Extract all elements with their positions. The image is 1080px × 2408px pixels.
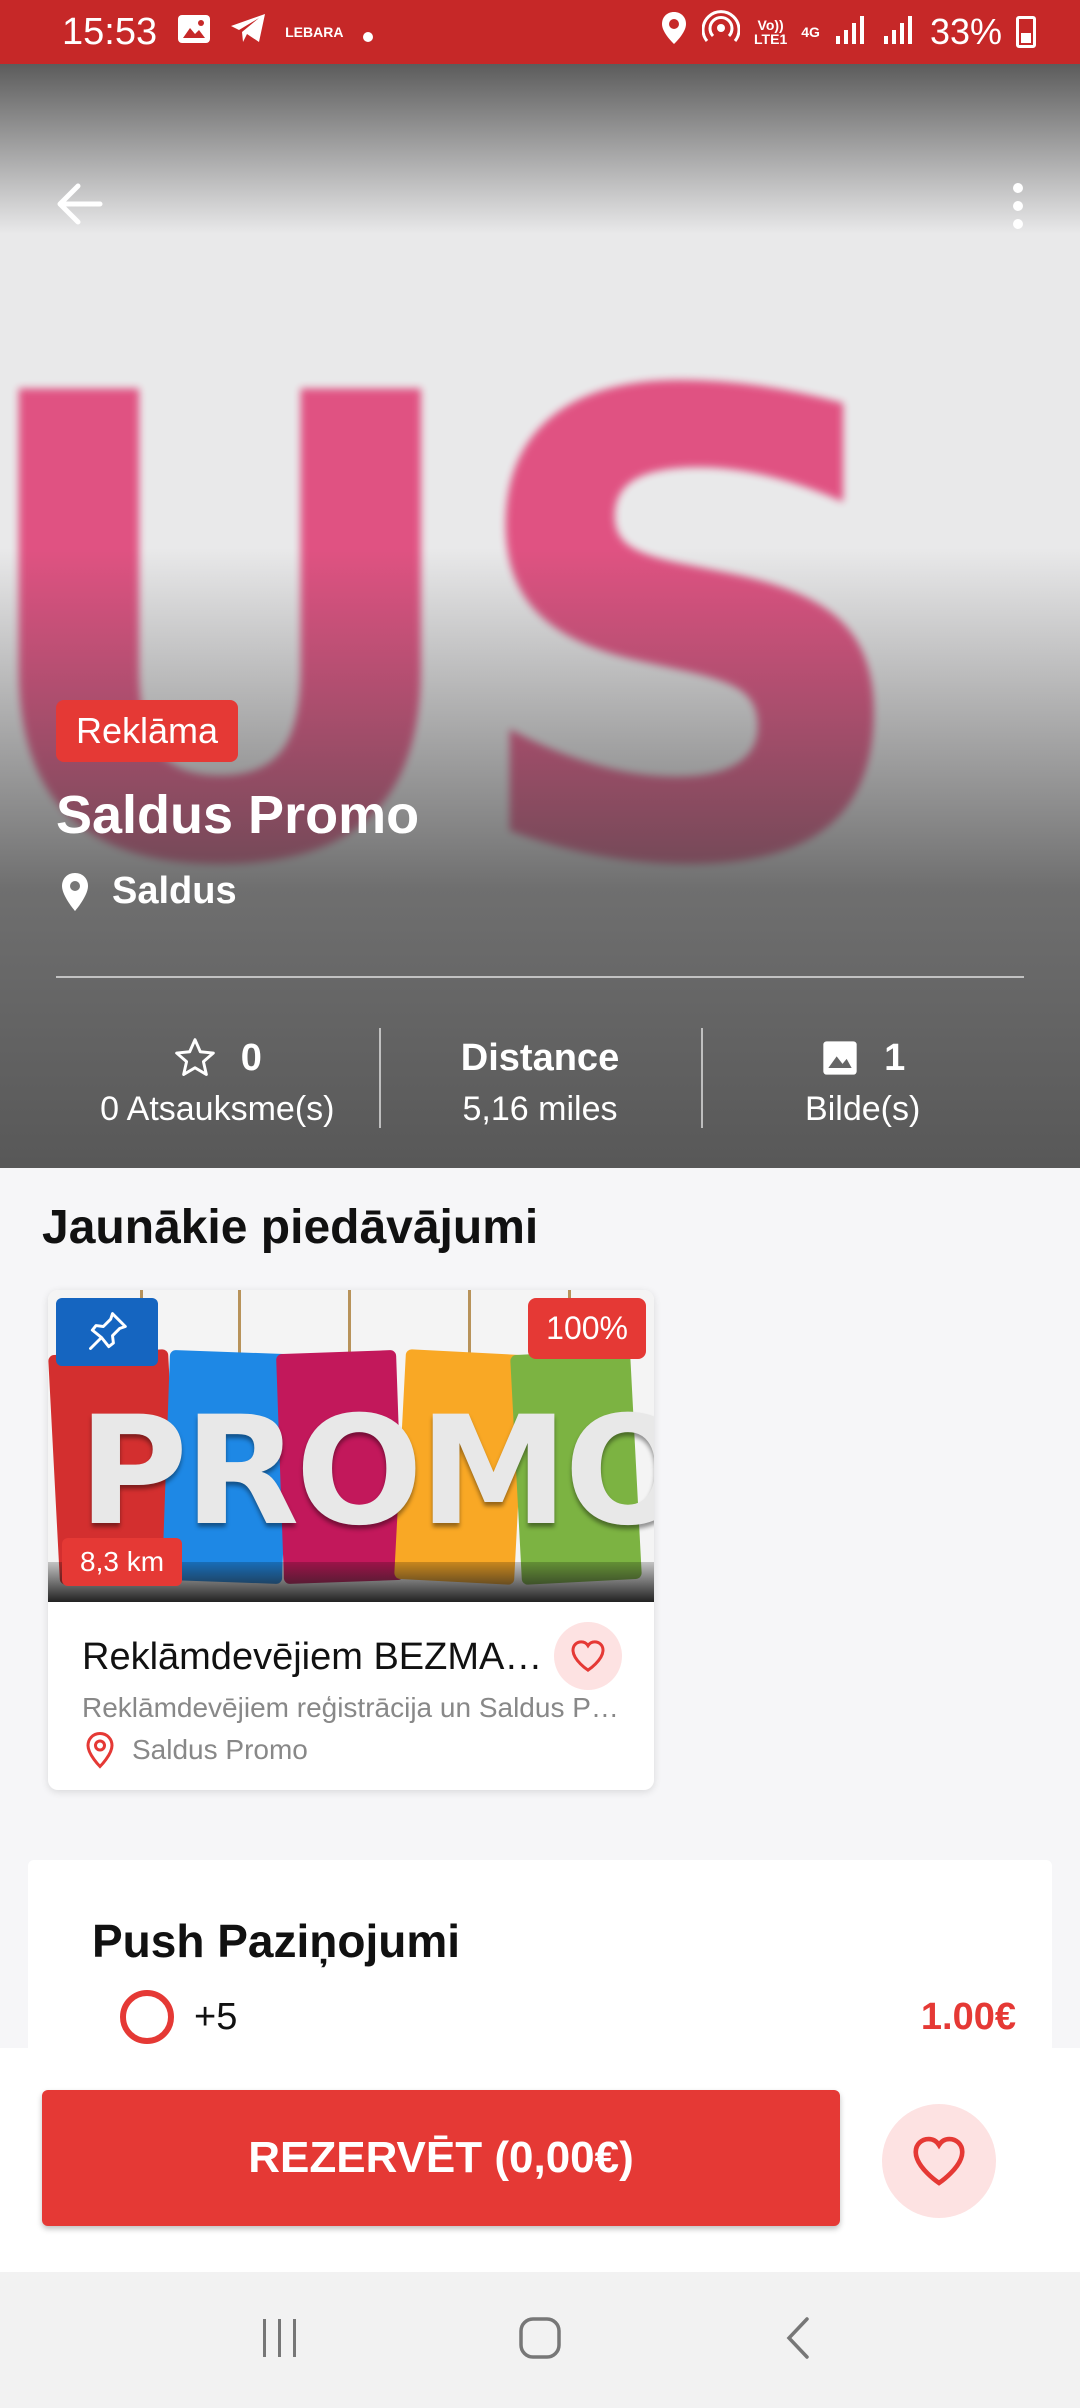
- telegram-icon: [229, 11, 267, 53]
- heart-icon: [913, 2136, 965, 2186]
- status-bar: 15:53 LEBARA Vo)) LTE1 4G 33%: [0, 0, 1080, 64]
- hero-gradient-top: [0, 64, 1080, 234]
- images-count: 1: [884, 1036, 906, 1079]
- heart-icon: [571, 1640, 605, 1672]
- ad-badge: Reklāma: [56, 700, 239, 762]
- push-option-label: +5: [194, 1995, 238, 2038]
- hero-divider: [56, 976, 1024, 978]
- stat-images[interactable]: 1 Bilde(s): [701, 1028, 1024, 1132]
- bottom-action-bar: REZERVĒT (0,00€): [0, 2048, 1080, 2272]
- system-back-button[interactable]: [775, 2313, 825, 2368]
- favorite-button[interactable]: [882, 2104, 996, 2218]
- offer-description: Reklāmdevējiem reģistrācija un Saldus Pr…: [82, 1692, 622, 1723]
- offer-favorite-button[interactable]: [554, 1622, 622, 1690]
- images-label: Bilde(s): [805, 1090, 921, 1128]
- notification-dot-icon: [361, 11, 375, 53]
- stats-row: 0 0 Atsauksme(s) Distance 5,16 miles 1 B…: [56, 1028, 1024, 1132]
- location-pin-icon: [62, 872, 88, 911]
- pin-icon: [89, 1312, 127, 1350]
- push-title: Push Paziņojumi: [92, 1915, 461, 1967]
- hero-header: US Reklāma Saldus Promo Saldus 0 0 Atsau…: [0, 64, 1080, 1168]
- battery-icon: [1016, 16, 1036, 48]
- network-type: 4G: [801, 24, 820, 40]
- offer-location: Saldus Promo: [82, 1730, 308, 1770]
- location-pin-outline-icon: [86, 1731, 114, 1769]
- push-option-radio[interactable]: [120, 1990, 174, 2044]
- arrow-left-icon: [57, 183, 103, 225]
- distance-badge: 8,3 km: [62, 1538, 183, 1586]
- recents-icon: [263, 2318, 296, 2357]
- pin-button[interactable]: [56, 1298, 158, 1366]
- location-icon: [660, 10, 688, 55]
- star-icon: [174, 1038, 215, 1076]
- rating-value: 0: [240, 1036, 262, 1079]
- hero-location: Saldus: [60, 870, 237, 913]
- more-options-button[interactable]: [1000, 176, 1036, 236]
- offer-title: Reklāmdevējiem BEZMAKSAS: [82, 1636, 552, 1678]
- home-button[interactable]: [515, 2313, 565, 2368]
- offer-card[interactable]: PROMO 100% 8,3 km Reklāmdevējiem BEZMAKS…: [48, 1290, 654, 1790]
- page-title: Saldus Promo: [56, 785, 420, 845]
- offer-location-label: Saldus Promo: [132, 1734, 308, 1765]
- offer-image: PROMO 100% 8,3 km: [48, 1290, 654, 1602]
- gallery-icon: [177, 11, 211, 53]
- home-icon: [519, 2316, 561, 2359]
- volte-line2: LTE1: [754, 31, 788, 47]
- battery-text: 33%: [929, 11, 1002, 52]
- discount-badge: 100%: [528, 1298, 646, 1359]
- lebara-label: LEBARA: [285, 24, 344, 40]
- reviews-label: 0 Atsauksme(s): [100, 1090, 335, 1128]
- distance-value: 5,16 miles: [462, 1090, 618, 1128]
- offers-section-title: Jaunākie piedāvājumi: [42, 1201, 539, 1254]
- stat-distance: Distance 5,16 miles: [378, 1028, 702, 1132]
- image-icon: [823, 1041, 857, 1075]
- hotspot-icon: [701, 9, 741, 55]
- system-nav-bar: [0, 2272, 1080, 2408]
- promo-image-text: PROMO: [78, 1385, 654, 1559]
- reserve-button[interactable]: REZERVĒT (0,00€): [42, 2090, 840, 2226]
- chevron-left-icon: [786, 2316, 809, 2359]
- hero-location-label: Saldus: [112, 870, 237, 912]
- volte-indicator: Vo)) LTE1: [754, 18, 787, 46]
- push-option-price: 1.00€: [920, 1995, 1016, 2038]
- recent-apps-button[interactable]: [255, 2313, 305, 2368]
- signal-roaming-icon: [882, 11, 916, 53]
- status-time: 15:53: [62, 10, 158, 53]
- signal-icon: [834, 11, 868, 53]
- push-option[interactable]: +5 1.00€: [120, 1990, 1016, 2044]
- more-vert-icon: [1013, 183, 1023, 229]
- back-button[interactable]: [50, 174, 110, 234]
- distance-title: Distance: [460, 1036, 620, 1079]
- stat-reviews[interactable]: 0 0 Atsauksme(s): [56, 1032, 379, 1132]
